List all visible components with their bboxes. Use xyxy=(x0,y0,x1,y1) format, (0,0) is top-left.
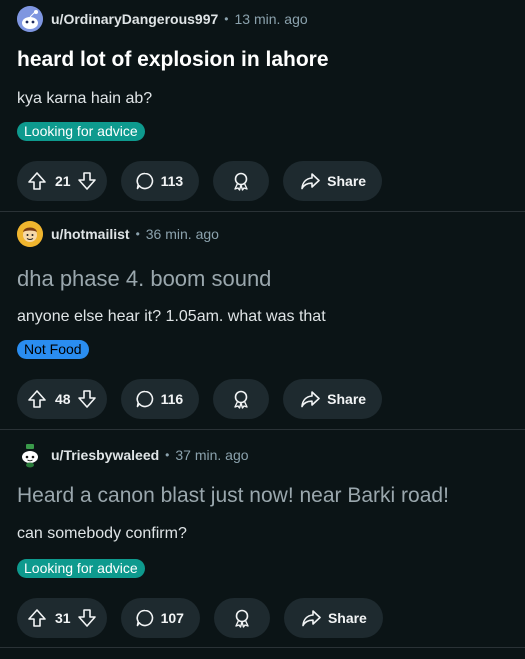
share-icon xyxy=(301,391,320,408)
share-button[interactable]: Share xyxy=(283,379,383,419)
share-button[interactable]: Share xyxy=(283,161,383,201)
share-icon xyxy=(302,610,321,627)
comment-count: 113 xyxy=(160,173,184,189)
post-body: can somebody confirm? xyxy=(17,525,187,542)
separator-dot: • xyxy=(165,448,170,462)
separator-dot: • xyxy=(135,227,140,241)
share-icon xyxy=(301,173,320,190)
post-card[interactable]: u/OrdinaryDangerous997 • 13 min. ago hea… xyxy=(0,0,525,212)
post-flair[interactable]: Looking for advice xyxy=(17,559,145,578)
vote-group: 48 xyxy=(17,379,107,419)
comment-count: 107 xyxy=(160,610,184,626)
post-title[interactable]: heard lot of explosion in lahore xyxy=(17,47,329,73)
post-time: 13 min. ago xyxy=(234,11,308,27)
share-label: Share xyxy=(327,173,367,189)
comment-icon xyxy=(136,172,153,190)
post-title[interactable]: dha phase 4. boom sound xyxy=(17,266,271,292)
separator-dot: • xyxy=(224,12,229,26)
comment-icon xyxy=(136,390,153,408)
reddit-snoo-green-icon xyxy=(22,444,38,468)
upvote-icon[interactable] xyxy=(27,389,47,409)
post-card[interactable]: u/Triesbywaleed • 37 min. ago Heard a ca… xyxy=(0,430,525,648)
post-flair[interactable]: Not Food xyxy=(17,340,89,359)
post-meta: u/hotmailist • 36 min. ago xyxy=(17,221,219,247)
username[interactable]: u/Triesbywaleed xyxy=(51,447,159,463)
vote-group: 21 xyxy=(17,161,107,201)
upvote-icon[interactable] xyxy=(27,171,47,191)
comment-count: 116 xyxy=(160,391,184,407)
post-body: anyone else hear it? 1.05am. what was th… xyxy=(17,308,326,325)
share-button[interactable]: Share xyxy=(283,598,383,638)
share-label: Share xyxy=(327,610,367,626)
comments-button[interactable]: 107 xyxy=(120,598,200,638)
post-actions: 31 107 Share xyxy=(17,598,397,638)
reddit-snoo-yellow-icon xyxy=(17,221,43,247)
award-button[interactable] xyxy=(213,598,270,638)
post-meta: u/OrdinaryDangerous997 • 13 min. ago xyxy=(17,6,308,32)
post-feed: u/OrdinaryDangerous997 • 13 min. ago hea… xyxy=(0,0,525,659)
award-button[interactable] xyxy=(213,161,270,201)
post-card[interactable]: u/hotmailist • 36 min. ago dha phase 4. … xyxy=(0,212,525,430)
vote-group: 31 xyxy=(17,598,107,638)
award-icon xyxy=(234,390,248,409)
avatar[interactable] xyxy=(17,442,43,468)
downvote-icon[interactable] xyxy=(77,608,97,628)
downvote-icon[interactable] xyxy=(77,171,97,191)
comment-icon xyxy=(136,609,153,627)
downvote-icon[interactable] xyxy=(77,389,97,409)
avatar[interactable] xyxy=(17,6,43,32)
avatar[interactable] xyxy=(17,221,43,247)
comments-button[interactable]: 113 xyxy=(120,161,200,201)
upvote-icon[interactable] xyxy=(27,608,47,628)
post-time: 36 min. ago xyxy=(145,226,219,242)
post-time: 37 min. ago xyxy=(175,447,249,463)
reddit-snoo-blue-icon xyxy=(17,6,43,32)
post-title[interactable]: Heard a canon blast just now! near Barki… xyxy=(17,483,449,509)
award-button[interactable] xyxy=(213,379,270,419)
username[interactable]: u/hotmailist xyxy=(51,226,130,242)
upvote-count: 21 xyxy=(55,173,71,189)
post-actions: 21 113 Share xyxy=(17,161,396,201)
share-label: Share xyxy=(327,391,367,407)
post-body: kya karna hain ab? xyxy=(17,90,153,107)
post-meta: u/Triesbywaleed • 37 min. ago xyxy=(17,442,249,468)
upvote-count: 48 xyxy=(55,391,71,407)
upvote-count: 31 xyxy=(55,610,71,626)
post-flair[interactable]: Looking for advice xyxy=(17,122,145,141)
comments-button[interactable]: 116 xyxy=(120,379,200,419)
award-icon xyxy=(235,609,249,628)
username[interactable]: u/OrdinaryDangerous997 xyxy=(51,11,218,27)
award-icon xyxy=(234,172,248,191)
post-actions: 48 116 Share xyxy=(17,379,396,419)
